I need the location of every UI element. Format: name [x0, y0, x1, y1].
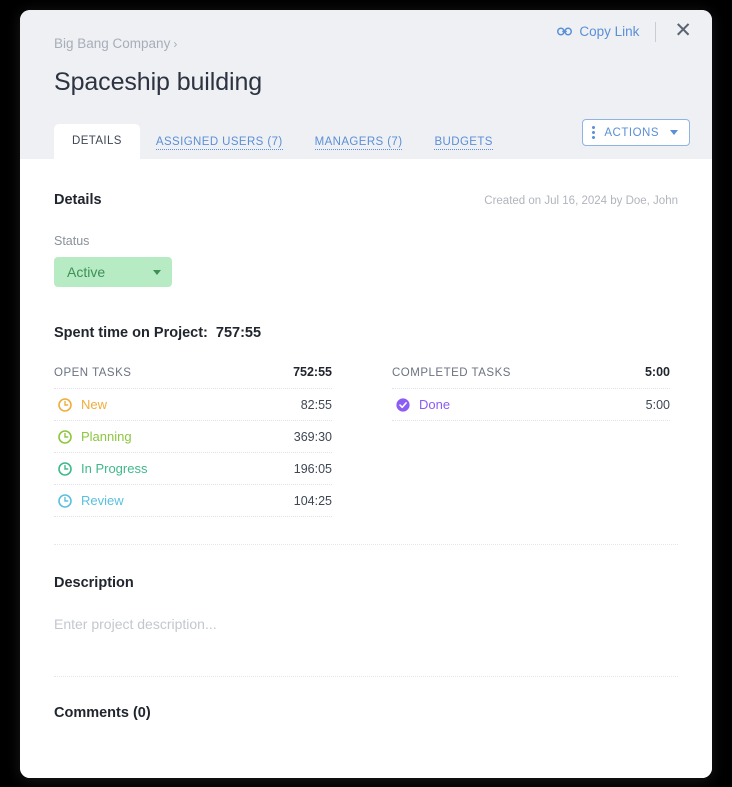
project-detail-panel: Copy Link ✕ Big Bang Company › Spaceship … [20, 10, 712, 778]
clock-icon [58, 461, 72, 476]
tab-assigned-users-label: ASSIGNED USERS (7) [155, 136, 283, 150]
actions-button-label: ACTIONS [604, 126, 659, 139]
spent-time-total: 757:55 [215, 325, 262, 341]
details-section-title: Details [54, 192, 102, 208]
page-title: Spaceship building [54, 68, 263, 96]
task-value: 369:30 [293, 429, 332, 444]
task-name[interactable]: In Progress [81, 461, 147, 476]
task-label-group: Done [396, 397, 450, 412]
task-label-group: In Progress [58, 461, 147, 476]
task-value: 196:05 [293, 461, 332, 476]
task-name[interactable]: Done [419, 397, 450, 412]
completed-tasks-column: COMPLETED TASKS 5:00 Done 5:00 [392, 365, 670, 517]
chevron-down-icon [670, 130, 678, 135]
description-input[interactable]: Enter project description... [54, 616, 678, 632]
copy-link-label: Copy Link [579, 24, 640, 39]
task-label-group: Planning [58, 429, 132, 444]
table-row[interactable]: Planning 369:30 [54, 421, 332, 453]
task-value: 104:25 [293, 493, 332, 508]
breadcrumb[interactable]: Big Bang Company › [54, 36, 177, 51]
actions-button[interactable]: ACTIONS [582, 119, 690, 146]
breadcrumb-company-link[interactable]: Big Bang Company [54, 36, 170, 51]
spent-time-label: Spent time on Project: [54, 325, 208, 341]
tab-bar: DETAILS ASSIGNED USERS (7) MANAGERS (7) … [54, 124, 509, 159]
completed-tasks-label: COMPLETED TASKS [392, 367, 511, 379]
task-name[interactable]: Review [81, 493, 124, 508]
spent-time-title: Spent time on Project: 757:55 [54, 325, 678, 341]
status-label: Status [54, 234, 90, 248]
header-actions: Copy Link ✕ [551, 18, 698, 45]
task-name[interactable]: Planning [81, 429, 132, 444]
copy-link-button[interactable]: Copy Link [551, 20, 645, 43]
clock-icon [58, 429, 72, 444]
panel-content: Details Created on Jul 16, 2024 by Doe, … [20, 159, 712, 778]
comments-title: Comments (0) [54, 705, 151, 721]
task-value: 82:55 [300, 397, 332, 412]
breadcrumb-caret-icon: › [173, 37, 178, 51]
task-value: 5:00 [645, 397, 670, 412]
open-tasks-label: OPEN TASKS [54, 367, 132, 379]
description-title: Description [54, 575, 134, 591]
task-label-group: New [58, 397, 107, 412]
table-row[interactable]: Done 5:00 [392, 389, 670, 421]
open-tasks-total: 752:55 [293, 365, 332, 379]
screen: Copy Link ✕ Big Bang Company › Spaceship … [0, 0, 732, 787]
task-name[interactable]: New [81, 397, 107, 412]
created-metadata: Created on Jul 16, 2024 by Doe, John [484, 195, 678, 207]
tab-managers-label: MANAGERS (7) [314, 136, 403, 150]
clock-icon [58, 397, 72, 412]
panel-header: Copy Link ✕ Big Bang Company › Spaceship … [20, 10, 712, 159]
status-select[interactable]: Active [54, 257, 172, 287]
section-divider [54, 676, 678, 677]
completed-tasks-header: COMPLETED TASKS 5:00 [392, 365, 670, 389]
tab-budgets[interactable]: BUDGETS [418, 126, 508, 159]
clock-icon [58, 493, 72, 508]
chevron-down-icon [153, 269, 161, 275]
tab-details-label: DETAILS [72, 135, 122, 147]
link-icon [557, 26, 573, 37]
table-row[interactable]: New 82:55 [54, 389, 332, 421]
status-value: Active [67, 264, 106, 280]
tab-details[interactable]: DETAILS [54, 124, 140, 159]
task-columns: OPEN TASKS 752:55 New 82:55 Planning 369… [54, 365, 678, 517]
open-tasks-header: OPEN TASKS 752:55 [54, 365, 332, 389]
table-row[interactable]: Review 104:25 [54, 485, 332, 517]
tab-managers[interactable]: MANAGERS (7) [299, 126, 419, 159]
table-row[interactable]: In Progress 196:05 [54, 453, 332, 485]
vertical-dots-icon [592, 126, 596, 139]
details-header-row: Details Created on Jul 16, 2024 by Doe, … [54, 159, 678, 208]
completed-tasks-total: 5:00 [644, 365, 670, 379]
open-tasks-column: OPEN TASKS 752:55 New 82:55 Planning 369… [54, 365, 332, 517]
header-separator [655, 21, 657, 42]
tab-assigned-users[interactable]: ASSIGNED USERS (7) [140, 126, 299, 159]
tab-budgets-label: BUDGETS [434, 136, 493, 150]
close-icon[interactable]: ✕ [668, 18, 698, 45]
section-divider [54, 544, 678, 545]
task-label-group: Review [58, 493, 124, 508]
check-circle-icon [396, 397, 410, 412]
